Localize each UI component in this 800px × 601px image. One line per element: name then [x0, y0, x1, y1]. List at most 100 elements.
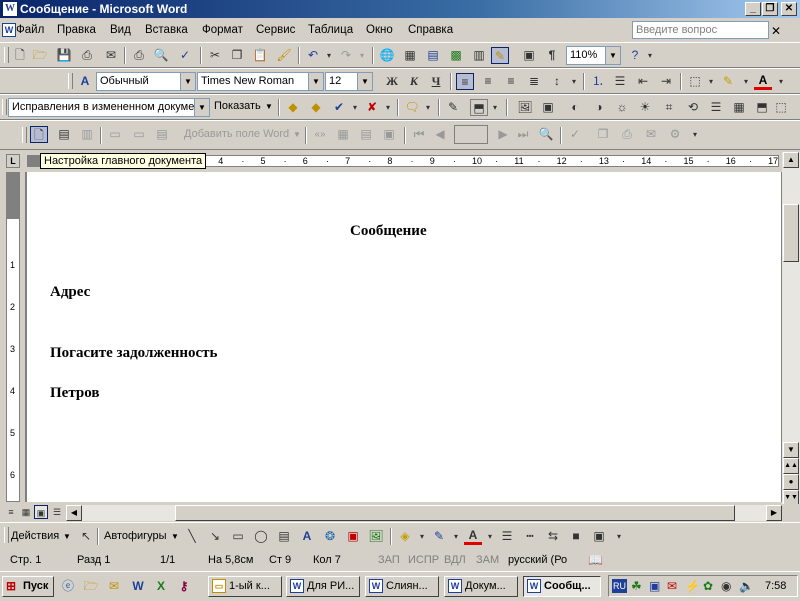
scroll-up-icon[interactable]: ▲ [783, 152, 799, 168]
draw-actions-menu[interactable]: Действия [11, 530, 59, 542]
columns-icon[interactable]: ▥ [470, 47, 488, 64]
numbering-icon[interactable]: ⒈ [589, 73, 607, 90]
line-style-icon[interactable]: ☰ [498, 528, 516, 545]
excel-quicklaunch-icon[interactable]: X [153, 578, 169, 594]
check-errors-icon[interactable]: ✓ [566, 126, 584, 143]
internet-explorer-icon[interactable]: ⓔ [60, 578, 76, 594]
insert-greeting-icon[interactable]: ▭ [130, 126, 148, 143]
close-button[interactable]: ✕ [781, 2, 797, 16]
less-contrast-icon[interactable]: ◑ [590, 99, 608, 116]
font-color-dropdown-icon[interactable]: ▾ [481, 528, 499, 545]
pane-dropdown-icon[interactable]: ▾ [486, 99, 504, 116]
chevron-down-icon[interactable]: ▼ [293, 130, 301, 139]
copy-icon[interactable]: ❐ [228, 47, 246, 64]
document-page[interactable]: Сообщение Адрес Погасите задолженность П… [27, 172, 781, 502]
highlight-dropdown-icon[interactable]: ▾ [737, 73, 755, 90]
picture-icon[interactable]: 🖼 [516, 99, 534, 116]
tray-app-icon[interactable]: ✿ [703, 579, 713, 593]
spelling-icon[interactable]: ✓ [176, 47, 194, 64]
menu-edit[interactable]: Правка [57, 24, 96, 36]
volume-icon[interactable]: ◉ [721, 579, 731, 593]
justify-icon[interactable]: ≣ [525, 73, 543, 90]
match-fields-icon[interactable]: ▤ [357, 126, 375, 143]
select-objects-icon[interactable]: ↖ [77, 528, 95, 545]
toolbar-grip[interactable] [22, 127, 27, 143]
line-color-dropdown-icon[interactable]: ▾ [447, 528, 465, 545]
horizontal-scroll-thumb[interactable] [175, 505, 735, 521]
speaker-icon[interactable]: 🔈 [739, 579, 754, 593]
autoshapes-menu[interactable]: Автофигуры [104, 530, 167, 542]
increase-indent-icon[interactable]: ⇥ [657, 73, 675, 90]
font-color-icon[interactable]: A [754, 73, 772, 90]
last-record-icon[interactable]: ⏭ [514, 126, 532, 143]
comment-dropdown-icon[interactable]: ▾ [419, 99, 437, 116]
clock[interactable]: 7:58 [765, 580, 786, 592]
menu-window[interactable]: Окно [366, 24, 393, 36]
status-overtype[interactable]: ЗАМ [476, 552, 499, 568]
permission-icon[interactable]: ⎙ [78, 47, 96, 64]
find-entry-icon[interactable]: 🔍 [537, 126, 555, 143]
zoom-combo[interactable]: 110% ▼ [566, 46, 621, 65]
chevron-down-icon[interactable]: ▼ [194, 99, 209, 116]
menu-table[interactable]: Таблица [308, 24, 353, 36]
outline-view-icon[interactable]: ☰ [50, 505, 64, 519]
menu-tools[interactable]: Сервис [256, 24, 295, 36]
task-word-doc[interactable]: W Для РИ... [286, 576, 360, 597]
menu-format[interactable]: Формат [202, 24, 243, 36]
chevron-down-icon[interactable]: ▼ [63, 532, 71, 541]
new-document-icon[interactable]: 🗋 [11, 47, 29, 64]
toolbar-options-icon[interactable]: ▾ [686, 126, 704, 143]
hyperlink-icon[interactable]: 🌐 [378, 47, 396, 64]
less-brightness-icon[interactable]: ☀ [636, 99, 654, 116]
mail-icon[interactable]: ✉ [667, 579, 677, 593]
rotate-icon[interactable]: ⟲ [684, 99, 702, 116]
tab-selector-button[interactable]: L [6, 154, 20, 168]
close-document-icon[interactable]: ✕ [771, 24, 781, 38]
web-view-icon[interactable]: ▦ [19, 505, 33, 519]
display-for-review-combo[interactable]: Исправления в измененном документе ▼ [8, 98, 210, 117]
italic-button[interactable]: К [405, 73, 423, 90]
merge-to-fax-icon[interactable]: ⚙ [666, 126, 684, 143]
word-icon[interactable]: W [2, 1, 18, 17]
print-icon[interactable]: ⎙ [130, 47, 148, 64]
bullets-icon[interactable]: ☰ [611, 73, 629, 90]
task-word-merge[interactable]: W Слиян... [365, 576, 439, 597]
previous-change-icon[interactable]: ◆ [284, 99, 302, 116]
menu-view[interactable]: Вид [110, 24, 131, 36]
outlook-express-icon[interactable]: ✉ [106, 578, 122, 594]
insert-merge-fields-icon[interactable]: ▤ [153, 126, 171, 143]
merge-to-new-icon[interactable]: ❐ [594, 126, 612, 143]
reject-dropdown-icon[interactable]: ▾ [379, 99, 397, 116]
text-wrapping-icon[interactable]: ▦ [730, 99, 748, 116]
highlight-fields-icon[interactable]: ▦ [334, 126, 352, 143]
undo-dropdown-icon[interactable]: ▾ [320, 47, 338, 64]
language-indicator[interactable]: RU [612, 579, 627, 593]
previous-record-icon[interactable]: ◀ [431, 126, 449, 143]
status-record-macro[interactable]: ЗАП [378, 552, 400, 568]
print-layout-view-icon[interactable]: ▣ [34, 505, 48, 519]
normal-view-icon[interactable]: ≡ [4, 505, 18, 519]
antivirus-icon[interactable]: ⚡ [685, 579, 700, 593]
vertical-ruler[interactable]: 1 2 3 4 5 6 [6, 172, 20, 502]
insert-address-block-icon[interactable]: ▭ [106, 126, 124, 143]
toolbar-options-icon[interactable]: ▾ [610, 528, 628, 545]
toolbar-grip[interactable] [4, 47, 9, 63]
scroll-down-icon[interactable]: ▼ [783, 442, 799, 458]
fill-color-icon[interactable]: ◈ [396, 528, 414, 545]
email-icon[interactable]: ✉ [102, 47, 120, 64]
clip-art-icon[interactable]: ▣ [344, 528, 362, 545]
chevron-down-icon[interactable]: ▼ [180, 73, 195, 90]
3d-style-icon[interactable]: ▣ [590, 528, 608, 545]
cut-icon[interactable]: ✂ [206, 47, 224, 64]
insert-picture-icon[interactable]: 🖼 [367, 528, 385, 545]
chevron-down-icon[interactable]: ▼ [605, 47, 620, 64]
show-hide-icon[interactable]: ¶ [543, 47, 561, 64]
task-word-document[interactable]: W Докум... [444, 576, 518, 597]
highlight-icon[interactable]: ✎ [719, 73, 737, 90]
save-icon[interactable]: 💾 [55, 47, 73, 64]
spelling-status-icon[interactable]: 📖 [588, 552, 603, 568]
scroll-left-icon[interactable]: ◀ [66, 505, 82, 521]
arrow-icon[interactable]: ↘ [206, 528, 224, 545]
show-desktop-icon[interactable]: 🗁 [83, 578, 99, 594]
styles-formatting-icon[interactable]: A [76, 73, 94, 90]
